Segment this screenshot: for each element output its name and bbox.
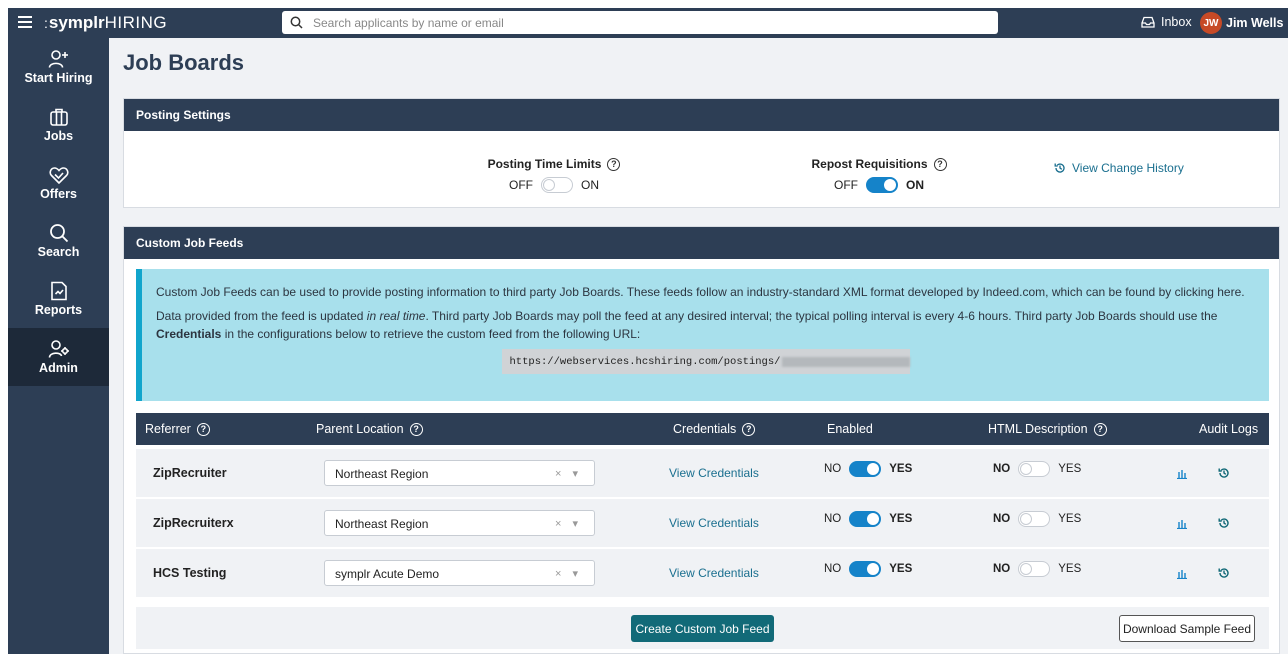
enabled-toggle[interactable] bbox=[849, 511, 882, 527]
sidebar-item-start-hiring[interactable]: Start Hiring bbox=[8, 38, 109, 96]
info-paragraph-2: Data provided from the feed is updated i… bbox=[156, 309, 1218, 341]
logo-mark-icon: : bbox=[44, 15, 48, 31]
clear-and-chevron-down-icon[interactable]: × ▾ bbox=[555, 467, 582, 480]
create-custom-job-feed-button[interactable]: Create Custom Job Feed bbox=[631, 615, 774, 642]
person-plus-icon bbox=[48, 50, 68, 68]
html-description-toggle[interactable] bbox=[1018, 461, 1051, 477]
feed-url[interactable]: https://webservices.hcshiring.com/postin… bbox=[501, 349, 910, 374]
info-box: Custom Job Feeds can be used to provide … bbox=[136, 269, 1269, 401]
history-icon bbox=[1054, 163, 1065, 173]
help-icon[interactable]: ? bbox=[933, 157, 947, 171]
hamburger-menu-icon[interactable] bbox=[18, 16, 32, 30]
bar-chart-icon[interactable] bbox=[1176, 568, 1188, 579]
person-gear-icon bbox=[48, 340, 69, 358]
user-name: Jim Wells bbox=[1226, 16, 1284, 30]
user-menu[interactable]: JW Jim Wells bbox=[1200, 12, 1283, 34]
app-frame: :symplrHIRING Inbox JW Jim Wells Start H… bbox=[8, 8, 1288, 654]
column-html-description: HTML Description? bbox=[988, 422, 1107, 436]
referrer-name: ZipRecruiter bbox=[153, 466, 227, 480]
repost-requisitions-setting: Repost Requisitions ? OFF ON bbox=[784, 157, 974, 193]
page-title: Job Boards bbox=[123, 50, 245, 75]
posting-time-limits-toggle[interactable] bbox=[541, 177, 573, 193]
briefcase-icon bbox=[49, 108, 68, 126]
clear-and-chevron-down-icon[interactable]: × ▾ bbox=[555, 517, 582, 530]
sidebar: Start Hiring Jobs Offers Search Reports … bbox=[8, 38, 109, 654]
posting-settings-card: Posting Settings Posting Time Limits ? O… bbox=[123, 98, 1280, 208]
view-credentials-link[interactable]: View Credentials bbox=[669, 466, 759, 480]
table-row: ZipRecruiterx Northeast Region × ▾ View C… bbox=[136, 499, 1269, 548]
view-credentials-link[interactable]: View Credentials bbox=[669, 566, 759, 580]
column-parent-location: Parent Location? bbox=[316, 422, 423, 436]
toggle-off-label: OFF bbox=[834, 178, 858, 192]
enabled-toggle-group: NO YES bbox=[824, 561, 913, 577]
column-audit-logs: Audit Logs bbox=[1199, 422, 1259, 436]
enabled-toggle-group: NO YES bbox=[824, 461, 913, 477]
column-referrer: Referrer? bbox=[145, 422, 210, 436]
feeds-footer: Create Custom Job Feed Download Sample F… bbox=[136, 607, 1269, 649]
search-icon bbox=[49, 224, 68, 243]
referrer-name: ZipRecruiterx bbox=[153, 516, 234, 530]
enabled-toggle-group: NO YES bbox=[824, 511, 913, 527]
sidebar-item-search[interactable]: Search bbox=[8, 212, 109, 270]
handshake-heart-icon bbox=[48, 167, 69, 185]
html-description-toggle[interactable] bbox=[1018, 511, 1051, 527]
html-description-toggle-group: NO YES bbox=[993, 511, 1082, 527]
history-icon[interactable] bbox=[1218, 467, 1230, 479]
app-logo[interactable]: : symplrHIRING bbox=[44, 13, 167, 33]
info-paragraph-1: Custom Job Feeds can be used to provide … bbox=[156, 285, 1245, 299]
toggle-on-label: ON bbox=[581, 178, 599, 192]
sidebar-item-reports[interactable]: Reports bbox=[8, 270, 109, 328]
main-content: Job Boards Posting Settings Posting Time… bbox=[109, 38, 1288, 654]
search-icon bbox=[290, 16, 303, 29]
posting-time-limits-label: Posting Time Limits bbox=[487, 157, 602, 171]
sidebar-item-jobs[interactable]: Jobs bbox=[8, 96, 109, 154]
bar-chart-icon[interactable] bbox=[1176, 468, 1188, 479]
inbox-icon bbox=[1141, 16, 1155, 28]
column-enabled: Enabled bbox=[827, 422, 873, 436]
top-bar: :symplrHIRING Inbox JW Jim Wells bbox=[8, 8, 1288, 38]
posting-time-limits-setting: Posting Time Limits ? OFF ON bbox=[454, 157, 654, 193]
clear-and-chevron-down-icon[interactable]: × ▾ bbox=[555, 567, 582, 580]
download-sample-feed-button[interactable]: Download Sample Feed bbox=[1119, 615, 1255, 642]
view-credentials-link[interactable]: View Credentials bbox=[669, 516, 759, 530]
help-icon[interactable]: ? bbox=[409, 422, 423, 436]
repost-requisitions-toggle[interactable] bbox=[866, 177, 898, 193]
history-icon[interactable] bbox=[1218, 567, 1230, 579]
help-icon[interactable]: ? bbox=[1093, 422, 1107, 436]
inbox-button[interactable]: Inbox bbox=[1141, 15, 1192, 29]
sidebar-item-offers[interactable]: Offers bbox=[8, 154, 109, 212]
global-search[interactable] bbox=[282, 11, 998, 34]
enabled-toggle[interactable] bbox=[849, 461, 882, 477]
repost-requisitions-label: Repost Requisitions bbox=[811, 157, 928, 171]
feeds-table-header: Referrer? Parent Location? Credentials? … bbox=[136, 413, 1269, 445]
toggle-off-label: OFF bbox=[509, 178, 533, 192]
help-icon[interactable]: ? bbox=[607, 157, 621, 171]
posting-settings-header: Posting Settings bbox=[124, 99, 1279, 131]
referrer-name: HCS Testing bbox=[153, 566, 227, 580]
column-credentials: Credentials? bbox=[673, 422, 756, 436]
table-row: ZipRecruiter Northeast Region × ▾ View Cr… bbox=[136, 449, 1269, 498]
parent-location-select[interactable]: Northeast Region × ▾ bbox=[324, 460, 595, 486]
history-icon[interactable] bbox=[1218, 517, 1230, 529]
help-icon[interactable]: ? bbox=[742, 422, 756, 436]
table-row: HCS Testing symplr Acute Demo × ▾ View Cr… bbox=[136, 549, 1269, 598]
search-input[interactable] bbox=[313, 15, 973, 30]
redacted-token bbox=[782, 356, 910, 367]
bar-chart-icon[interactable] bbox=[1176, 518, 1188, 529]
html-description-toggle[interactable] bbox=[1018, 561, 1051, 577]
html-description-toggle-group: NO YES bbox=[993, 461, 1082, 477]
help-icon[interactable]: ? bbox=[196, 422, 210, 436]
parent-location-select[interactable]: symplr Acute Demo × ▾ bbox=[324, 560, 595, 586]
inbox-label: Inbox bbox=[1161, 15, 1192, 29]
sidebar-item-admin[interactable]: Admin bbox=[8, 328, 109, 386]
custom-job-feeds-header: Custom Job Feeds bbox=[124, 227, 1279, 259]
report-icon bbox=[50, 281, 67, 301]
view-change-history-link[interactable]: View Change History bbox=[1054, 161, 1184, 175]
avatar: JW bbox=[1200, 12, 1222, 34]
html-description-toggle-group: NO YES bbox=[993, 561, 1082, 577]
toggle-on-label: ON bbox=[906, 178, 924, 192]
parent-location-select[interactable]: Northeast Region × ▾ bbox=[324, 510, 595, 536]
custom-job-feeds-card: Custom Job Feeds Custom Job Feeds can be… bbox=[123, 226, 1280, 654]
enabled-toggle[interactable] bbox=[849, 561, 882, 577]
